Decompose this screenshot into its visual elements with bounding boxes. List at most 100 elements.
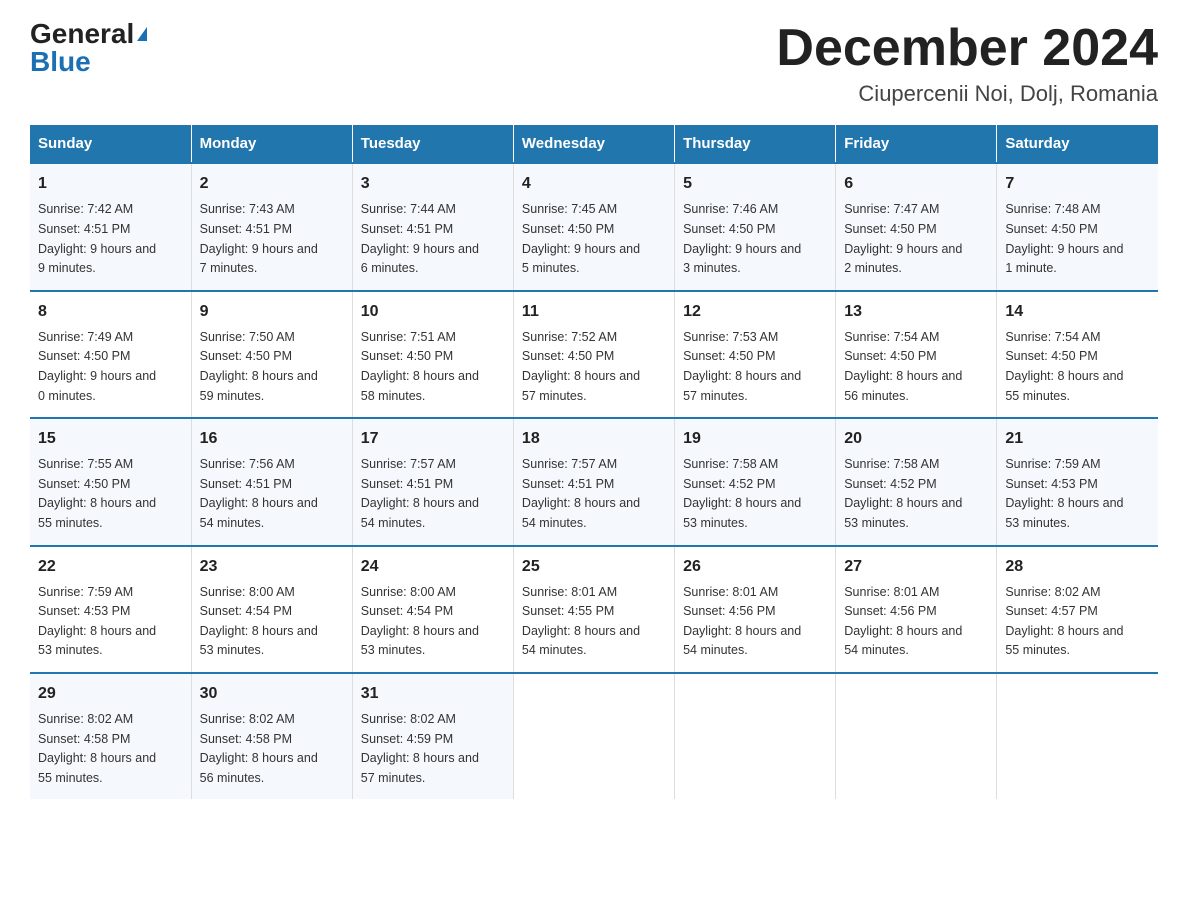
day-number: 30: [200, 682, 344, 705]
day-number: 14: [1005, 300, 1150, 323]
day-info: Sunrise: 8:00 AMSunset: 4:54 PMDaylight:…: [200, 585, 318, 658]
day-number: 3: [361, 172, 505, 195]
calendar-cell: 30 Sunrise: 8:02 AMSunset: 4:58 PMDayligh…: [191, 673, 352, 799]
day-info: Sunrise: 8:02 AMSunset: 4:57 PMDaylight:…: [1005, 585, 1123, 658]
calendar-cell: 8Sunrise: 7:49 AMSunset: 4:50 PMDaylight…: [30, 291, 191, 418]
calendar-cell: 29 Sunrise: 8:02 AMSunset: 4:58 PMDayligh…: [30, 673, 191, 799]
day-number: 21: [1005, 427, 1150, 450]
col-sunday: Sunday: [30, 125, 191, 163]
logo: General Blue: [30, 20, 147, 76]
calendar-cell: 19 Sunrise: 7:58 AMSunset: 4:52 PMDayligh…: [675, 418, 836, 545]
calendar-cell: 28 Sunrise: 8:02 AMSunset: 4:57 PMDayligh…: [997, 546, 1158, 673]
col-friday: Friday: [836, 125, 997, 163]
day-number: 27: [844, 555, 988, 578]
day-info: Sunrise: 7:47 AMSunset: 4:50 PMDaylight:…: [844, 202, 962, 275]
day-info: Sunrise: 7:51 AMSunset: 4:50 PMDaylight:…: [361, 330, 479, 403]
day-number: 7: [1005, 172, 1150, 195]
calendar-cell: 20 Sunrise: 7:58 AMSunset: 4:52 PMDayligh…: [836, 418, 997, 545]
day-info: Sunrise: 8:02 AMSunset: 4:58 PMDaylight:…: [200, 712, 318, 785]
calendar-cell: 4 Sunrise: 7:45 AMSunset: 4:50 PMDaylight…: [513, 163, 674, 290]
logo-blue: Blue: [30, 48, 91, 76]
day-number: 13: [844, 300, 988, 323]
calendar-cell: 27 Sunrise: 8:01 AMSunset: 4:56 PMDayligh…: [836, 546, 997, 673]
day-number: 25: [522, 555, 666, 578]
calendar-cell: 3 Sunrise: 7:44 AMSunset: 4:51 PMDaylight…: [352, 163, 513, 290]
day-info: Sunrise: 8:01 AMSunset: 4:55 PMDaylight:…: [522, 585, 640, 658]
calendar-cell: 2Sunrise: 7:43 AMSunset: 4:51 PMDaylight…: [191, 163, 352, 290]
day-number: 29: [38, 682, 183, 705]
calendar-body: 1 Sunrise: 7:42 AMSunset: 4:51 PMDaylight…: [30, 163, 1158, 799]
day-number: 6: [844, 172, 988, 195]
day-info: Sunrise: 7:59 AMSunset: 4:53 PMDaylight:…: [1005, 457, 1123, 530]
day-info: Sunrise: 7:54 AMSunset: 4:50 PMDaylight:…: [844, 330, 962, 403]
day-number: 2: [200, 172, 344, 195]
day-number: 24: [361, 555, 505, 578]
day-info: Sunrise: 7:59 AMSunset: 4:53 PMDaylight:…: [38, 585, 156, 658]
calendar-cell: 23Sunrise: 8:00 AMSunset: 4:54 PMDayligh…: [191, 546, 352, 673]
page-title: December 2024: [776, 20, 1158, 77]
day-number: 15: [38, 427, 183, 450]
day-info: Sunrise: 8:01 AMSunset: 4:56 PMDaylight:…: [844, 585, 962, 658]
day-number: 31: [361, 682, 505, 705]
calendar-week-2: 8Sunrise: 7:49 AMSunset: 4:50 PMDaylight…: [30, 291, 1158, 418]
day-number: 1: [38, 172, 183, 195]
day-number: 28: [1005, 555, 1150, 578]
calendar-cell: 1 Sunrise: 7:42 AMSunset: 4:51 PMDaylight…: [30, 163, 191, 290]
calendar-header: Sunday Monday Tuesday Wednesday Thursday…: [30, 125, 1158, 163]
calendar-cell: 26Sunrise: 8:01 AMSunset: 4:56 PMDayligh…: [675, 546, 836, 673]
day-number: 12: [683, 300, 827, 323]
col-wednesday: Wednesday: [513, 125, 674, 163]
calendar-cell: [997, 673, 1158, 799]
calendar-cell: 25 Sunrise: 8:01 AMSunset: 4:55 PMDayligh…: [513, 546, 674, 673]
calendar-cell: 24 Sunrise: 8:00 AMSunset: 4:54 PMDayligh…: [352, 546, 513, 673]
day-number: 8: [38, 300, 183, 323]
calendar-cell: 12 Sunrise: 7:53 AMSunset: 4:50 PMDayligh…: [675, 291, 836, 418]
day-info: Sunrise: 7:45 AMSunset: 4:50 PMDaylight:…: [522, 202, 640, 275]
day-info: Sunrise: 7:50 AMSunset: 4:50 PMDaylight:…: [200, 330, 318, 403]
day-info: Sunrise: 8:02 AMSunset: 4:58 PMDaylight:…: [38, 712, 156, 785]
col-monday: Monday: [191, 125, 352, 163]
calendar-cell: 17 Sunrise: 7:57 AMSunset: 4:51 PMDayligh…: [352, 418, 513, 545]
calendar-cell: 14 Sunrise: 7:54 AMSunset: 4:50 PMDayligh…: [997, 291, 1158, 418]
title-block: December 2024 Ciupercenii Noi, Dolj, Rom…: [776, 20, 1158, 107]
day-info: Sunrise: 7:46 AMSunset: 4:50 PMDaylight:…: [683, 202, 801, 275]
calendar-cell: 13 Sunrise: 7:54 AMSunset: 4:50 PMDayligh…: [836, 291, 997, 418]
calendar-cell: 16Sunrise: 7:56 AMSunset: 4:51 PMDayligh…: [191, 418, 352, 545]
calendar-cell: 21 Sunrise: 7:59 AMSunset: 4:53 PMDayligh…: [997, 418, 1158, 545]
day-info: Sunrise: 7:57 AMSunset: 4:51 PMDaylight:…: [522, 457, 640, 530]
calendar-cell: [513, 673, 674, 799]
calendar-cell: 22Sunrise: 7:59 AMSunset: 4:53 PMDayligh…: [30, 546, 191, 673]
calendar-week-1: 1 Sunrise: 7:42 AMSunset: 4:51 PMDaylight…: [30, 163, 1158, 290]
calendar-cell: 9 Sunrise: 7:50 AMSunset: 4:50 PMDaylight…: [191, 291, 352, 418]
calendar-cell: 11 Sunrise: 7:52 AMSunset: 4:50 PMDayligh…: [513, 291, 674, 418]
day-info: Sunrise: 7:58 AMSunset: 4:52 PMDaylight:…: [844, 457, 962, 530]
day-info: Sunrise: 7:42 AMSunset: 4:51 PMDaylight:…: [38, 202, 156, 275]
day-number: 26: [683, 555, 827, 578]
calendar-cell: 15Sunrise: 7:55 AMSunset: 4:50 PMDayligh…: [30, 418, 191, 545]
calendar-cell: 7 Sunrise: 7:48 AMSunset: 4:50 PMDaylight…: [997, 163, 1158, 290]
logo-general: General: [30, 20, 134, 48]
day-info: Sunrise: 7:48 AMSunset: 4:50 PMDaylight:…: [1005, 202, 1123, 275]
day-info: Sunrise: 7:56 AMSunset: 4:51 PMDaylight:…: [200, 457, 318, 530]
day-number: 20: [844, 427, 988, 450]
page-subtitle: Ciupercenii Noi, Dolj, Romania: [776, 81, 1158, 107]
day-info: Sunrise: 8:00 AMSunset: 4:54 PMDaylight:…: [361, 585, 479, 658]
calendar-cell: 5Sunrise: 7:46 AMSunset: 4:50 PMDaylight…: [675, 163, 836, 290]
day-info: Sunrise: 7:44 AMSunset: 4:51 PMDaylight:…: [361, 202, 479, 275]
col-saturday: Saturday: [997, 125, 1158, 163]
day-number: 17: [361, 427, 505, 450]
day-info: Sunrise: 7:58 AMSunset: 4:52 PMDaylight:…: [683, 457, 801, 530]
day-number: 19: [683, 427, 827, 450]
day-number: 11: [522, 300, 666, 323]
day-info: Sunrise: 7:57 AMSunset: 4:51 PMDaylight:…: [361, 457, 479, 530]
day-number: 4: [522, 172, 666, 195]
calendar-cell: 18Sunrise: 7:57 AMSunset: 4:51 PMDayligh…: [513, 418, 674, 545]
day-number: 9: [200, 300, 344, 323]
day-info: Sunrise: 7:53 AMSunset: 4:50 PMDaylight:…: [683, 330, 801, 403]
calendar-week-4: 22Sunrise: 7:59 AMSunset: 4:53 PMDayligh…: [30, 546, 1158, 673]
day-info: Sunrise: 7:52 AMSunset: 4:50 PMDaylight:…: [522, 330, 640, 403]
day-info: Sunrise: 7:54 AMSunset: 4:50 PMDaylight:…: [1005, 330, 1123, 403]
header-row: Sunday Monday Tuesday Wednesday Thursday…: [30, 125, 1158, 163]
calendar-cell: 10Sunrise: 7:51 AMSunset: 4:50 PMDayligh…: [352, 291, 513, 418]
calendar-week-5: 29 Sunrise: 8:02 AMSunset: 4:58 PMDayligh…: [30, 673, 1158, 799]
